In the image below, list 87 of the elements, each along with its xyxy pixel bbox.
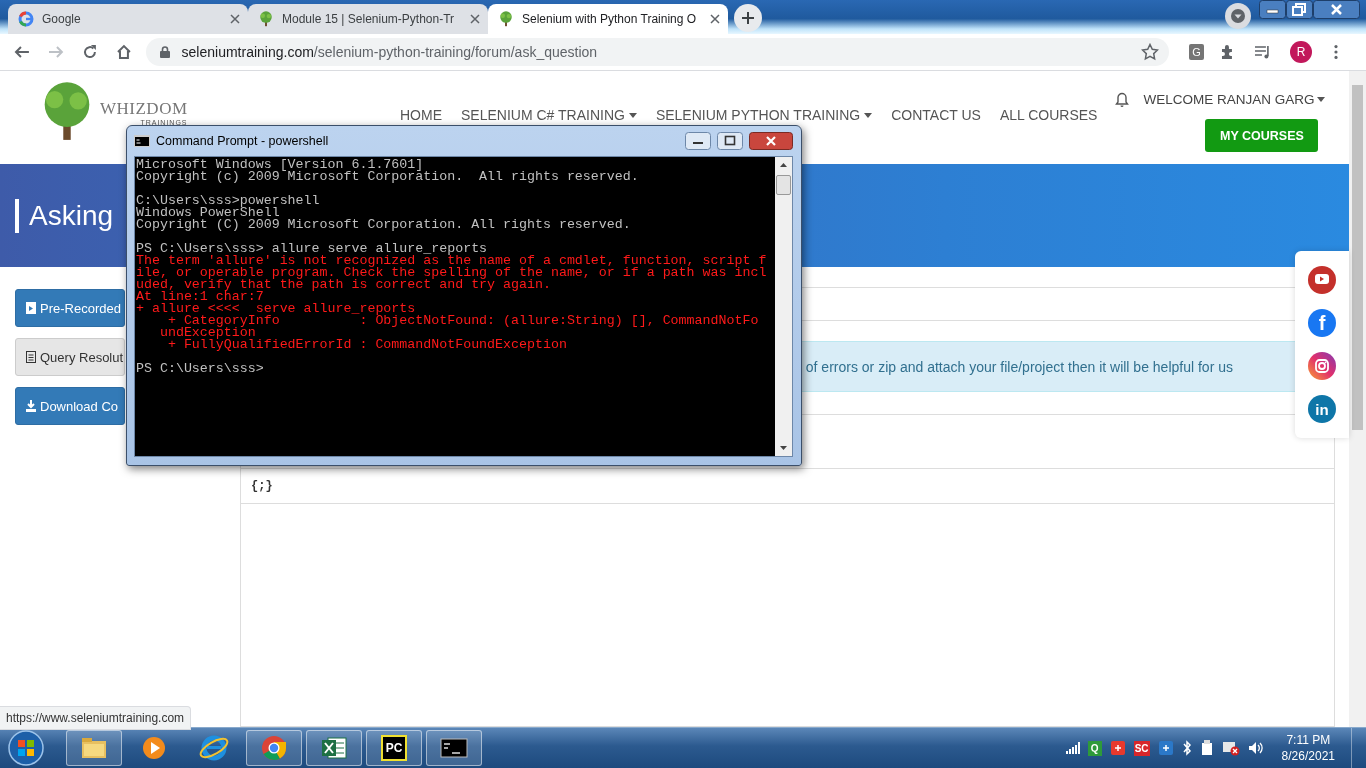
taskbar-button[interactable]: PC — [366, 730, 422, 766]
network-error-icon[interactable] — [1221, 740, 1240, 756]
nav-link[interactable]: SELENIUM PYTHON TRAINING — [655, 107, 873, 123]
clock-time: 7:11 PM — [1286, 732, 1331, 748]
window-title: Command Prompt - powershell — [156, 134, 329, 148]
maximize-icon[interactable] — [717, 132, 743, 150]
browser-tab[interactable]: Selenium with Python Training O — [488, 4, 728, 34]
address-bar[interactable]: seleniumtraining.com/selenium-python-training/forum/ask_question — [145, 38, 1169, 66]
taskbar-button[interactable] — [426, 730, 482, 766]
app-tray-icon[interactable]: SC — [1133, 740, 1150, 756]
lock-icon — [159, 46, 170, 58]
minimize-icon[interactable] — [1259, 0, 1286, 19]
back-icon[interactable] — [14, 44, 30, 60]
console-line: Microsoft Windows [Version 6.1.7601] — [136, 159, 424, 171]
browser-tab[interactable]: Module 15 | Selenium-Python-Tr — [248, 4, 488, 34]
facebook-icon[interactable]: f — [1308, 309, 1336, 337]
app-tray-icon[interactable] — [1157, 740, 1174, 756]
console-app-icon — [134, 135, 150, 147]
close-icon[interactable] — [470, 14, 480, 24]
caret-icon — [864, 112, 873, 118]
error-line: + allure <<<< serve allure_reports — [136, 303, 416, 315]
reload-icon[interactable] — [81, 44, 98, 60]
console-line: Windows PowerShell — [136, 207, 280, 219]
console-line: Copyright (c) 2009 Microsoft Corporation. All rights reserved. — [136, 171, 640, 183]
scroll-thumb[interactable] — [1352, 85, 1363, 430]
maximize-icon[interactable] — [1286, 0, 1313, 19]
instagram-icon[interactable] — [1308, 352, 1336, 380]
tab-search-icon[interactable] — [1225, 3, 1251, 29]
code-button[interactable]: {;} — [249, 479, 275, 493]
star-icon[interactable] — [1140, 43, 1159, 61]
new-tab-icon[interactable] — [734, 4, 762, 32]
video-file-icon — [25, 301, 37, 315]
close-icon[interactable] — [230, 14, 240, 24]
console-line: Copyright (C) 2009 Microsoft Corporation. All rights reserved. — [136, 219, 632, 231]
bell-icon[interactable] — [1115, 92, 1130, 107]
status-url: https://www.seleniumtraining.com — [0, 706, 192, 730]
nav-link[interactable]: ALL COURSES — [999, 107, 1098, 123]
scrollbar[interactable] — [1349, 71, 1366, 727]
app-tray-icon[interactable]: Q — [1087, 740, 1102, 756]
console-line: C:\Users\sss>powershell — [136, 195, 321, 207]
tree-icon — [258, 11, 274, 27]
signal-icon[interactable] — [1065, 742, 1080, 754]
error-line: ile, or operable program. Check the spelling of the name, or if a path was incl — [136, 267, 768, 279]
youtube-icon[interactable] — [1308, 266, 1336, 294]
error-line: The term 'allure' is not recognized as the name of a cmdlet, function, script f — [136, 255, 768, 267]
nav-link[interactable]: SELENIUM C# TRAINING — [461, 107, 637, 123]
download-icon — [25, 399, 37, 413]
close-icon[interactable] — [1313, 0, 1360, 19]
nav-link[interactable]: CONTACT US — [891, 107, 981, 123]
console-line: PS C:\Users\sss> allure serve allure_reports — [136, 243, 489, 255]
extension-icon[interactable]: G — [1188, 44, 1205, 60]
minimize-icon[interactable] — [685, 132, 711, 150]
error-line: + CategoryInfo : ObjectNotFound: (allure:String) [], CommandNotFo — [167, 315, 760, 327]
menu-icon[interactable] — [1334, 44, 1338, 60]
app-tray-icon[interactable] — [1109, 740, 1126, 756]
sidebar-button[interactable]: Query Resolut — [15, 338, 125, 376]
caret-icon — [628, 112, 637, 118]
user-menu[interactable]: WELCOME RANJAN GARG — [1143, 92, 1326, 107]
pycharm-icon[interactable]: PC — [381, 735, 407, 761]
start-button-icon[interactable] — [6, 728, 46, 768]
close-icon[interactable] — [710, 14, 720, 24]
my-courses-button[interactable]: MY COURSES — [1205, 119, 1319, 152]
tree-icon — [498, 11, 514, 27]
sidebar-button[interactable]: Download Co — [15, 387, 125, 425]
browser-tab[interactable]: Google — [8, 4, 248, 34]
error-line: At line:1 char:7 — [136, 291, 265, 303]
caret-icon — [1317, 97, 1326, 102]
sidebar-button[interactable]: Pre-Recorded — [15, 289, 125, 327]
page-title: Asking — [15, 198, 114, 233]
device-icon[interactable] — [1199, 740, 1214, 756]
error-line: undException — [158, 327, 256, 339]
close-icon[interactable] — [749, 132, 793, 150]
clock-date: 8/26/2021 — [1281, 748, 1335, 764]
home-icon[interactable] — [115, 44, 132, 60]
linkedin-icon[interactable]: in — [1308, 395, 1336, 423]
scrollbar[interactable] — [775, 157, 792, 456]
url-text: seleniumtraining.com/selenium-python-training/forum/ask_question — [181, 44, 598, 60]
error-line: uded, verify that the path is correct and try again. — [136, 279, 552, 291]
document-icon — [25, 350, 37, 364]
taskbar-button[interactable] — [306, 730, 362, 766]
bluetooth-icon[interactable] — [1181, 740, 1192, 756]
google-icon — [18, 11, 34, 27]
scroll-thumb[interactable] — [776, 175, 791, 195]
speaker-icon[interactable] — [1247, 740, 1264, 756]
logo-name: WHIZDOM — [100, 98, 188, 119]
nav-link[interactable]: HOME — [400, 107, 442, 123]
profile-avatar[interactable]: R — [1290, 41, 1313, 63]
